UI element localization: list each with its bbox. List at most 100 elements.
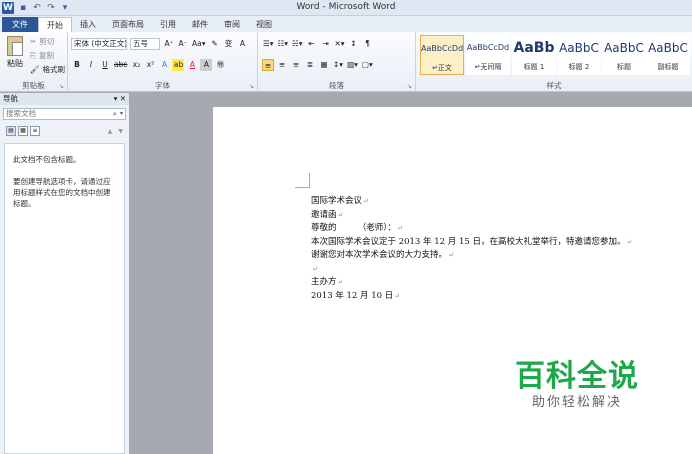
sort-button[interactable]: ↕: [348, 38, 360, 50]
doc-line[interactable]: ↵: [311, 263, 632, 277]
tab-review[interactable]: 审阅: [216, 17, 248, 32]
nav-message-no-headings: 此文档不包含标题。: [13, 155, 81, 164]
phonetic-guide-button[interactable]: 变: [223, 38, 235, 50]
tab-browse-headings-icon[interactable]: ▤: [6, 126, 16, 136]
doc-line[interactable]: 邀请函↵: [311, 209, 632, 223]
format-painter-label: 格式刷: [42, 65, 66, 74]
chevron-down-icon[interactable]: ▾: [120, 109, 123, 119]
justify-button[interactable]: ≣: [304, 59, 316, 71]
grow-font-button[interactable]: A⁺: [163, 38, 175, 50]
format-painter-button[interactable]: 🖌 格式刷: [30, 64, 65, 75]
tab-page-layout[interactable]: 页面布局: [104, 17, 152, 32]
font-group: 宋体 (中文正文) 五号 A⁺ A⁻ Aa▾ ✎ 变 A B I U abc x…: [68, 32, 258, 92]
copy-button[interactable]: ⎘ 复制: [30, 50, 54, 61]
char-shading-button[interactable]: A: [200, 59, 213, 71]
doc-line-text: 2013 年 12 月 10 日: [311, 290, 394, 301]
strikethrough-button[interactable]: abc: [113, 59, 128, 71]
asian-layout-button[interactable]: ✕▾: [334, 38, 346, 50]
style-heading-2[interactable]: AaBbC 标题 2: [557, 35, 601, 75]
italic-button[interactable]: I: [85, 59, 97, 71]
nav-body: 此文档不包含标题。 要创建导航选项卡，请通过应用标题样式在您的文档中创建标题。: [4, 143, 125, 454]
clear-format-button[interactable]: ✎: [209, 38, 221, 50]
bold-button[interactable]: B: [71, 59, 83, 71]
tab-mailings[interactable]: 邮件: [184, 17, 216, 32]
distributed-button[interactable]: ▦: [318, 59, 330, 71]
dialog-launcher-icon[interactable]: ↘: [59, 83, 64, 90]
char-border-button[interactable]: A: [237, 38, 249, 50]
tab-file[interactable]: 文件: [2, 17, 38, 32]
superscript-button[interactable]: x²: [144, 59, 156, 71]
align-center-button[interactable]: ≡: [276, 59, 288, 71]
doc-line[interactable]: 尊敬的 （老师）：↵: [311, 222, 632, 236]
doc-line[interactable]: 2013 年 12 月 10 日↵: [311, 290, 632, 304]
style-title[interactable]: AaBbC 标题: [602, 35, 646, 75]
clipboard-group-label: 剪贴板: [22, 81, 45, 90]
show-marks-button[interactable]: ¶: [362, 38, 374, 50]
doc-line-text: 谢谢您对本次学术会议的大力支持。: [311, 250, 448, 260]
doc-line[interactable]: 本次国际学术会议定于 2013 年 12 月 15 日，在高校大礼堂举行，特邀请…: [311, 236, 632, 250]
style-normal[interactable]: AaBbCcDd ↵正文: [420, 35, 464, 75]
borders-button[interactable]: ▢▾: [361, 59, 374, 71]
numbering-button[interactable]: ☷▾: [277, 38, 290, 50]
enclose-char-button[interactable]: ㊕: [214, 59, 226, 71]
tab-references[interactable]: 引用: [152, 17, 184, 32]
dialog-launcher-icon[interactable]: ↘: [407, 83, 412, 90]
nav-arrows: ▲ ▼: [108, 128, 123, 135]
clipboard-group: 粘贴 ✂ 剪切 ⎘ 复制 🖌 格式刷 剪贴板 ↘: [0, 32, 68, 92]
change-case-button[interactable]: Aa▾: [191, 38, 207, 50]
style-name: 标题: [617, 63, 631, 71]
search-icon[interactable]: ⌕: [113, 109, 117, 119]
doc-line[interactable]: 主办方↵: [311, 276, 632, 290]
decrease-indent-button[interactable]: ⇤: [306, 38, 318, 50]
cut-label: 剪切: [39, 37, 55, 46]
font-name-combo[interactable]: 宋体 (中文正文): [71, 38, 127, 50]
bullets-button[interactable]: ☰▾: [262, 38, 275, 50]
doc-line-text: 邀请函: [311, 209, 337, 220]
style-sample: AaBb: [513, 40, 555, 56]
font-color-button[interactable]: A: [186, 59, 198, 71]
multilevel-list-button[interactable]: ☵▾: [291, 38, 304, 50]
style-subtitle[interactable]: AaBbC 副标题: [646, 35, 690, 75]
cut-icon: ✂: [30, 37, 37, 46]
text-effects-button[interactable]: A: [158, 59, 170, 71]
style-heading-1[interactable]: AaBb 标题 1: [512, 35, 556, 75]
align-left-button[interactable]: ≡: [262, 59, 274, 71]
underline-button[interactable]: U: [99, 59, 111, 71]
subscript-button[interactable]: x₂: [130, 59, 142, 71]
tab-home[interactable]: 开始: [38, 17, 72, 32]
style-sample: AaBbC: [559, 41, 599, 55]
paragraph-mark: ↵: [312, 264, 318, 273]
line-spacing-button[interactable]: ↕▾: [332, 59, 344, 71]
align-right-button[interactable]: ≡: [290, 59, 302, 71]
font-row-1: A⁺ A⁻ Aa▾ ✎ 变 A: [163, 38, 249, 50]
nav-header: 导航 ▾ ✕: [0, 93, 129, 105]
font-size-combo[interactable]: 五号: [130, 38, 160, 50]
cut-button[interactable]: ✂ 剪切: [30, 36, 54, 47]
margin-corner-mark: [295, 173, 310, 188]
highlight-button[interactable]: ab: [172, 59, 185, 71]
doc-line-text: 国际学术会议: [311, 196, 363, 206]
nav-search-input[interactable]: 搜索文档 ⌕ ▾: [3, 108, 126, 120]
window-title: Word - Microsoft Word: [296, 2, 396, 12]
paste-button[interactable]: 粘贴: [4, 36, 26, 69]
nav-tabs: ▤ ▦ ≡ ▲ ▼: [0, 123, 129, 139]
styles-group: AaBbCcDd ↵正文 AaBbCcDd ↵无间隔 AaBb 标题 1 AaB…: [416, 32, 692, 92]
paragraph-group: ☰▾ ☷▾ ☵▾ ⇤ ⇥ ✕▾ ↕ ¶ ≡ ≡ ≡ ≣ ▦ ↕▾ ▨▾ ▢▾ 段…: [258, 32, 416, 92]
nav-search-placeholder: 搜索文档: [6, 109, 36, 118]
tab-browse-results-icon[interactable]: ≡: [30, 126, 40, 136]
increase-indent-button[interactable]: ⇥: [320, 38, 332, 50]
document-body[interactable]: 国际学术会议↵ 邀请函↵ 尊敬的 （老师）：↵ 本次国际学术会议定于 2013 …: [311, 195, 632, 303]
style-no-spacing[interactable]: AaBbCcDd ↵无间隔: [466, 35, 510, 75]
dialog-launcher-icon[interactable]: ↘: [249, 83, 254, 90]
tab-browse-pages-icon[interactable]: ▦: [18, 126, 28, 136]
paragraph-row-1: ☰▾ ☷▾ ☵▾ ⇤ ⇥ ✕▾ ↕ ¶: [262, 38, 374, 50]
nav-up-icon[interactable]: ▲: [108, 128, 113, 135]
shrink-font-button[interactable]: A⁻: [177, 38, 189, 50]
shading-button[interactable]: ▨▾: [346, 59, 359, 71]
doc-line[interactable]: 国际学术会议↵: [311, 195, 632, 209]
nav-close-icon[interactable]: ▾ ✕: [114, 93, 126, 105]
tab-insert[interactable]: 插入: [72, 17, 104, 32]
tab-view[interactable]: 视图: [248, 17, 280, 32]
doc-line[interactable]: 谢谢您对本次学术会议的大力支持。↵: [311, 249, 632, 263]
nav-down-icon[interactable]: ▼: [118, 128, 123, 135]
